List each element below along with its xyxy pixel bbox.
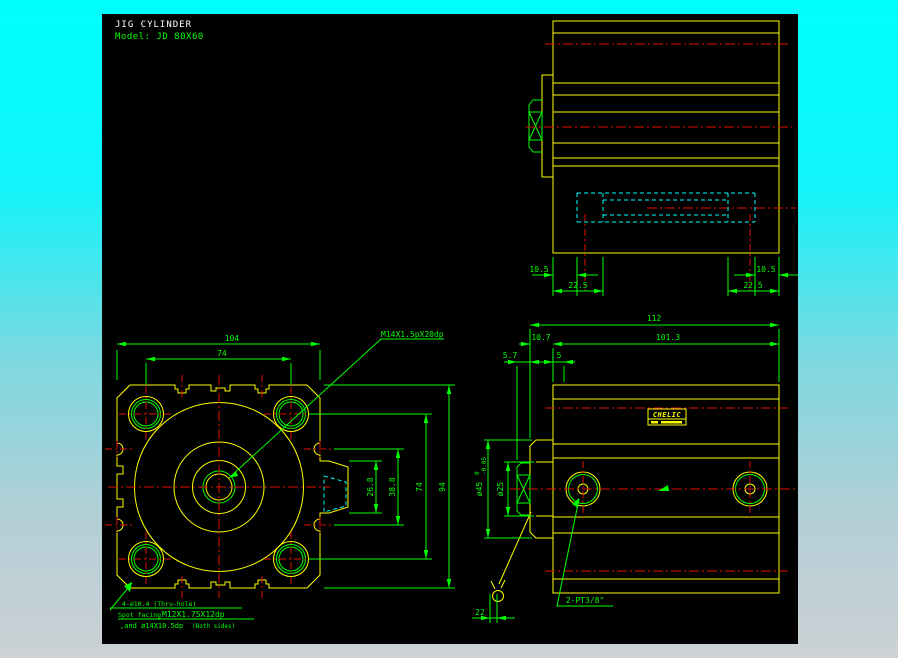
note-line-1: 4-ø10.4 (Thru-hole) (122, 600, 196, 608)
dim-fitting-width: 22 (475, 608, 485, 617)
top-view: 10.5 22.5 10.5 22.5 (526, 20, 798, 296)
cad-drawing-svg: JIG CYLINDER Model: JD 80X60 10.5 22.5 1… (105, 20, 798, 630)
title-product: JIG CYLINDER (115, 20, 192, 30)
dim-boss-dia: ø45 (475, 482, 484, 497)
thread-callout: M14X1.5pX20dp (228, 330, 444, 478)
front-view-centerlines (105, 375, 333, 598)
dim-left-hole-offset: 10.5 (529, 265, 548, 274)
dim-right-hole-span: 22.5 (743, 281, 762, 290)
note-line-3b: (Both sides) (192, 623, 235, 630)
dim-overall-length: 112 (647, 314, 662, 323)
port-callout: 2-PT3/8" (566, 596, 605, 605)
dim-bolt-span-v: 74 (415, 482, 424, 492)
cad-drawing-canvas[interactable]: JIG CYLINDER Model: JD 80X60 10.5 22.5 1… (102, 14, 798, 644)
dim-boss-tol-upper: 0 (474, 471, 481, 475)
top-view-dimensions: 10.5 22.5 10.5 22.5 (529, 257, 798, 296)
note-line-2b: M12X1.75X12dp (162, 610, 225, 619)
pick-point-mark (658, 485, 669, 491)
dim-fitting-protrusion: 5.7 (503, 351, 518, 360)
title-block: JIG CYLINDER Model: JD 80X60 (115, 20, 204, 42)
brand-plate: CHELIC (647, 408, 687, 426)
dim-step: 5 (557, 351, 562, 360)
top-view-outline (541, 20, 780, 254)
dim-boss-tol-lower: -0.05 (481, 457, 488, 475)
front-view: 104 74 M14X1.5pX20dp 26.8 38.8 74 94 4-ø… (105, 330, 455, 630)
front-view-dimensions: 104 74 M14X1.5pX20dp 26.8 38.8 74 94 (116, 330, 455, 589)
rod-boss-top (541, 74, 553, 178)
brand-label: CHELIC (653, 411, 682, 419)
wrench-symbol (490, 511, 532, 602)
hole-note: 4-ø10.4 (Thru-hole) Spot facing M12X1.75… (109, 582, 254, 630)
top-view-centerlines (526, 43, 796, 291)
thread-callout-text: M14X1.5pX20dp (381, 330, 444, 339)
note-line-2a: Spot facing (118, 611, 161, 619)
dim-height: 94 (438, 482, 447, 492)
hidden-port-pocket (323, 475, 347, 513)
side-view-dimensions: 112 10.7 101.3 5.7 5 ø45 0 -0.05 ø25 22 … (472, 314, 780, 623)
title-model: Model: JD 80X60 (115, 32, 204, 42)
dim-body-length: 101.3 (656, 333, 680, 342)
dim-width: 104 (225, 334, 240, 343)
dim-boss-depth: 38.8 (388, 477, 397, 496)
dim-bolt-span-h: 74 (217, 349, 227, 358)
port-fitting-top (528, 99, 543, 153)
dim-step-dia: ø25 (496, 482, 505, 497)
note-line-3a: ,and ø14X10.5dp (120, 622, 183, 630)
dim-right-hole-offset: 10.5 (756, 265, 775, 274)
dim-left-hole-span: 22.5 (568, 281, 587, 290)
side-view: CHELIC 112 10.7 101.3 5.7 5 ø45 0 -0.05 … (472, 314, 796, 623)
dim-pocket-depth: 26.8 (366, 477, 375, 496)
dim-head-thickness: 10.7 (531, 333, 550, 342)
